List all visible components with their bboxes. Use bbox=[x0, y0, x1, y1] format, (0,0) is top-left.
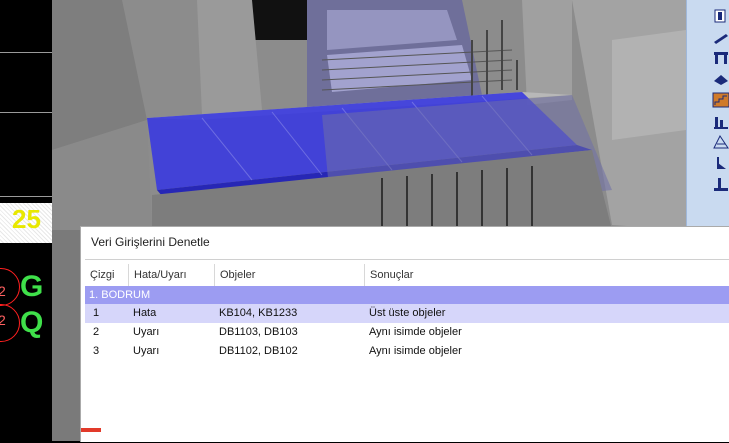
results-grid[interactable]: Çizgi Hata/Uyarı Objeler Sonuçlar 1. BOD… bbox=[85, 259, 729, 443]
column-header-results[interactable]: Sonuçlar bbox=[365, 264, 729, 286]
cell-objects: KB104, KB1233 bbox=[219, 307, 298, 319]
dialog-title: Veri Girişlerini Denetle bbox=[91, 235, 210, 249]
cell-objects: DB1102, DB102 bbox=[219, 345, 298, 357]
column-header-line[interactable]: Çizgi bbox=[85, 264, 129, 286]
axis-letter: Q bbox=[20, 306, 44, 339]
table-row[interactable]: 3 Uyarı DB1102, DB102 Aynı isimde objele… bbox=[85, 342, 729, 361]
cell-line: 1 bbox=[93, 307, 100, 319]
table-row[interactable]: 1 Hata KB104, KB1233 Üst üste objeler bbox=[85, 304, 729, 323]
cell-result: Aynı isimde objeler bbox=[369, 345, 462, 357]
resize-marker bbox=[81, 428, 101, 432]
cell-line: 2 bbox=[93, 326, 100, 338]
wall-icon[interactable] bbox=[712, 50, 729, 66]
axis-circle-label: 2 bbox=[0, 283, 6, 299]
cad-axis-markers: 2 2 G Q bbox=[0, 246, 52, 441]
cad-hatch-number: 25 bbox=[12, 204, 41, 234]
axis-letter: G bbox=[20, 270, 44, 303]
axis-circle-label: 2 bbox=[0, 312, 6, 328]
group-header-row[interactable]: 1. BODRUM bbox=[85, 286, 729, 304]
beam-icon[interactable] bbox=[712, 30, 729, 46]
stair-icon[interactable] bbox=[712, 92, 729, 108]
footing-icon[interactable] bbox=[712, 114, 729, 130]
column-header-type[interactable]: Hata/Uyarı bbox=[129, 264, 215, 286]
cell-result: Aynı isimde objeler bbox=[369, 326, 462, 338]
axis-icon[interactable] bbox=[712, 155, 729, 171]
cell-type: Uyarı bbox=[133, 345, 160, 357]
slab-icon[interactable] bbox=[712, 71, 729, 87]
cell-type: Uyarı bbox=[133, 326, 160, 338]
cad-line bbox=[0, 52, 52, 53]
cell-result: Üst üste objeler bbox=[369, 307, 446, 319]
cad-line bbox=[0, 196, 52, 197]
column-icon[interactable] bbox=[712, 8, 729, 24]
cad-line bbox=[0, 112, 52, 113]
cell-line: 3 bbox=[93, 345, 100, 357]
support-icon[interactable] bbox=[712, 176, 729, 192]
cell-objects: DB1103, DB103 bbox=[219, 326, 298, 338]
table-row[interactable]: 2 Uyarı DB1103, DB103 Aynı isimde objele… bbox=[85, 323, 729, 342]
cell-type: Hata bbox=[133, 307, 157, 319]
dimension-icon[interactable] bbox=[712, 134, 729, 150]
check-data-dialog: Veri Girişlerini Denetle Çizgi Hata/Uyar… bbox=[80, 226, 729, 442]
column-header-objects[interactable]: Objeler bbox=[215, 264, 365, 286]
